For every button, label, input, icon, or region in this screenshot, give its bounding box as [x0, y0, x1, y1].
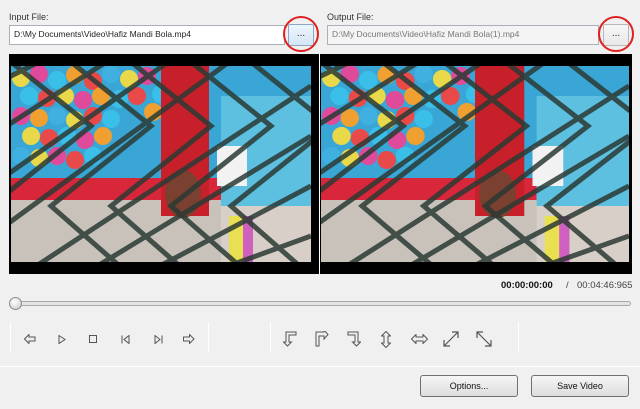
play-icon [58, 334, 66, 344]
total-time: 00:04:46:965 [577, 280, 633, 291]
play-button[interactable] [51, 330, 73, 348]
toolbar-separator [518, 322, 519, 352]
seek-track[interactable] [11, 301, 631, 306]
rotate-right-button[interactable] [311, 329, 333, 349]
forward-button[interactable] [178, 330, 200, 348]
save-video-button[interactable]: Save Video [531, 375, 629, 397]
next-frame-button[interactable] [147, 330, 169, 348]
stop-button[interactable] [82, 330, 104, 348]
rotate-right-icon [315, 331, 329, 347]
rewind-button[interactable] [19, 330, 41, 348]
diagonal-flip-icon [443, 331, 459, 347]
seek-thumb[interactable] [9, 297, 22, 310]
rotate-down-icon [347, 331, 361, 347]
flip-vertical-button[interactable] [375, 329, 397, 349]
previous-frame-button[interactable] [114, 330, 136, 348]
diagonal-flip-alt-icon [476, 331, 492, 347]
toolbar-separator [270, 322, 271, 352]
options-button[interactable]: Options... [420, 375, 518, 397]
rewind-icon [24, 334, 36, 344]
output-file-label: Output File: [327, 12, 374, 22]
flip-vertical-icon [381, 330, 391, 348]
bottom-divider [0, 366, 640, 367]
highlight-circle [598, 16, 634, 52]
forward-icon [183, 334, 195, 344]
output-video-frame [321, 66, 629, 262]
flip-horizontal-icon [410, 334, 428, 344]
preview-divider [319, 54, 320, 274]
flip-horizontal-button[interactable] [408, 329, 430, 349]
highlight-circle [283, 16, 319, 52]
time-separator: / [566, 280, 569, 291]
current-time: 00:00:00:00 [501, 280, 553, 291]
toolbar-separator [10, 322, 11, 352]
input-file-label: Input File: [9, 12, 49, 22]
video-preview-area [9, 54, 632, 274]
input-video-frame [11, 66, 311, 262]
input-file-field[interactable]: D:\My Documents\Video\Hafiz Mandi Bola.m… [9, 25, 285, 45]
rotate-down-button[interactable] [343, 329, 365, 349]
toolbar-separator [208, 322, 209, 352]
stop-icon [89, 335, 97, 343]
output-file-field[interactable]: D:\My Documents\Video\Hafiz Mandi Bola(1… [327, 25, 599, 45]
next-frame-icon [154, 334, 162, 344]
previous-frame-icon [121, 334, 129, 344]
diagonal-flip-button[interactable] [440, 329, 462, 349]
diagonal-flip-alt-button[interactable] [473, 329, 495, 349]
rotate-left-button[interactable] [279, 329, 301, 349]
rotate-left-icon [283, 331, 297, 347]
